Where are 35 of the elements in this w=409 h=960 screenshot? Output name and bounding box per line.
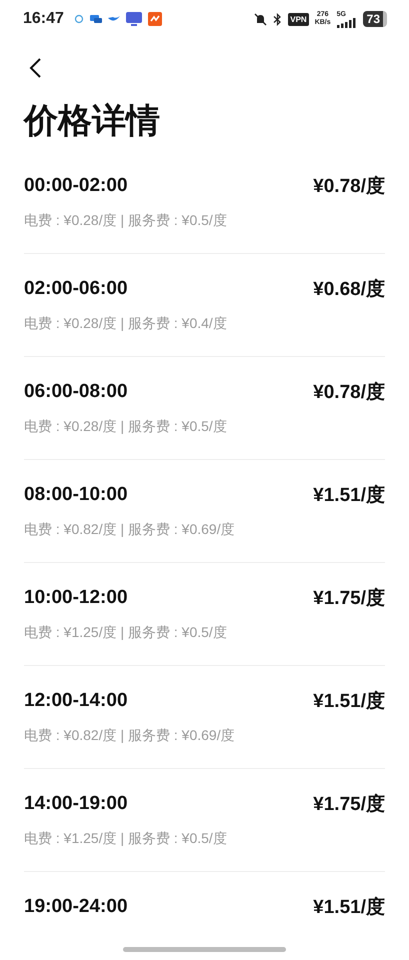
price-breakdown: 电费 : ¥0.28/度 | 服务费 : ¥0.4/度 <box>24 314 228 333</box>
signal-icon <box>336 18 357 28</box>
vpn-badge: VPN <box>288 12 309 26</box>
price-breakdown: 电费 : ¥1.25/度 | 服务费 : ¥0.5/度 <box>24 829 228 848</box>
price-breakdown: 电费 : ¥0.28/度 | 服务费 : ¥0.5/度 <box>24 417 228 436</box>
time-range: 12:00-14:00 <box>24 690 128 712</box>
message-icon <box>90 14 102 24</box>
page-title: 价格详情 <box>24 101 161 142</box>
app-icon <box>148 12 162 26</box>
time-range: 14:00-19:00 <box>24 793 128 815</box>
bluetooth-icon <box>273 12 282 26</box>
price-breakdown: 电费 : ¥1.25/度 | 服务费 : ¥0.5/度 <box>24 623 228 642</box>
unit-price: ¥0.78/度 <box>313 380 385 405</box>
time-range: 08:00-10:00 <box>24 484 128 506</box>
time-range: 10:00-12:00 <box>24 587 128 609</box>
unit-price: ¥1.51/度 <box>313 484 385 508</box>
unit-price: ¥1.51/度 <box>313 896 385 920</box>
price-breakdown: 电费 : ¥0.82/度 | 服务费 : ¥0.69/度 <box>24 520 236 539</box>
unit-price: ¥0.78/度 <box>313 174 385 199</box>
status-time: 16:47 <box>23 10 64 28</box>
unit-price: ¥1.75/度 <box>313 586 385 611</box>
unit-price: ¥1.51/度 <box>313 690 385 714</box>
price-breakdown: 电费 : ¥0.28/度 | 服务费 : ¥0.5/度 <box>24 211 228 230</box>
battery-level: 73 <box>366 12 380 26</box>
time-range: 00:00-02:00 <box>24 175 128 197</box>
bell-off-icon <box>254 12 268 26</box>
back-icon[interactable] <box>28 57 42 79</box>
unit-price: ¥1.75/度 <box>313 792 385 817</box>
time-range: 19:00-24:00 <box>24 896 128 918</box>
app-icon <box>126 12 142 26</box>
chat-bubble-icon <box>74 14 84 24</box>
time-range: 02:00-06:00 <box>24 278 128 300</box>
price-breakdown: 电费 : ¥0.82/度 | 服务费 : ¥0.69/度 <box>24 726 236 745</box>
time-range: 06:00-08:00 <box>24 381 128 403</box>
unit-price: ¥0.68/度 <box>313 278 385 302</box>
